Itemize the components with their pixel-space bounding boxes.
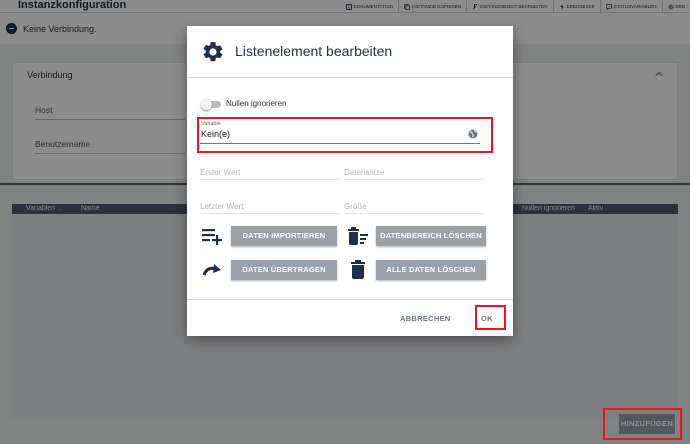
ignore-zeros-label: Nullen ignorieren bbox=[226, 99, 287, 108]
dialog-footer-divider bbox=[187, 299, 513, 300]
delete-all-data-button[interactable]: ALLE DATEN LÖSCHEN bbox=[376, 260, 486, 280]
variable-field-underline bbox=[200, 143, 480, 144]
ignore-zeros-toggle[interactable] bbox=[201, 99, 221, 110]
playlist-add-icon bbox=[202, 229, 222, 245]
dialog-header: Listenelement bearbeiten bbox=[187, 26, 513, 78]
transfer-data-button[interactable]: DATEN ÜBERTRAGEN bbox=[231, 260, 337, 280]
last-value-label: Letzter Wert bbox=[200, 202, 244, 211]
edit-list-element-dialog: Listenelement bearbeiten Nullen ignorier… bbox=[187, 26, 513, 336]
globe-icon[interactable] bbox=[468, 129, 478, 139]
records-label: Datensätze bbox=[344, 168, 385, 177]
toggle-knob bbox=[201, 99, 212, 110]
records-field bbox=[344, 179, 484, 180]
trash-icon bbox=[351, 260, 365, 279]
last-value-field bbox=[200, 213, 340, 214]
cancel-button[interactable]: ABBRECHEN bbox=[400, 314, 451, 323]
delete-data-range-button[interactable]: DATENBEREICH LÖSCHEN bbox=[376, 226, 486, 246]
gear-icon bbox=[203, 41, 223, 62]
first-value-label: Erster Wert bbox=[200, 168, 241, 177]
dialog-title: Listenelement bearbeiten bbox=[235, 43, 393, 59]
delete-sweep-icon bbox=[348, 227, 368, 245]
first-value-field bbox=[200, 179, 340, 180]
variable-field-label: Variable bbox=[201, 121, 221, 127]
import-data-button[interactable]: DATEN IMPORTIEREN bbox=[231, 226, 337, 246]
redo-arrow-icon bbox=[202, 264, 221, 276]
ok-button[interactable]: OK bbox=[481, 314, 493, 323]
size-label: Größe bbox=[344, 202, 367, 211]
size-field bbox=[344, 213, 484, 214]
variable-field[interactable]: Variable Kein(e) bbox=[200, 121, 480, 144]
variable-field-value[interactable]: Kein(e) bbox=[201, 129, 230, 139]
